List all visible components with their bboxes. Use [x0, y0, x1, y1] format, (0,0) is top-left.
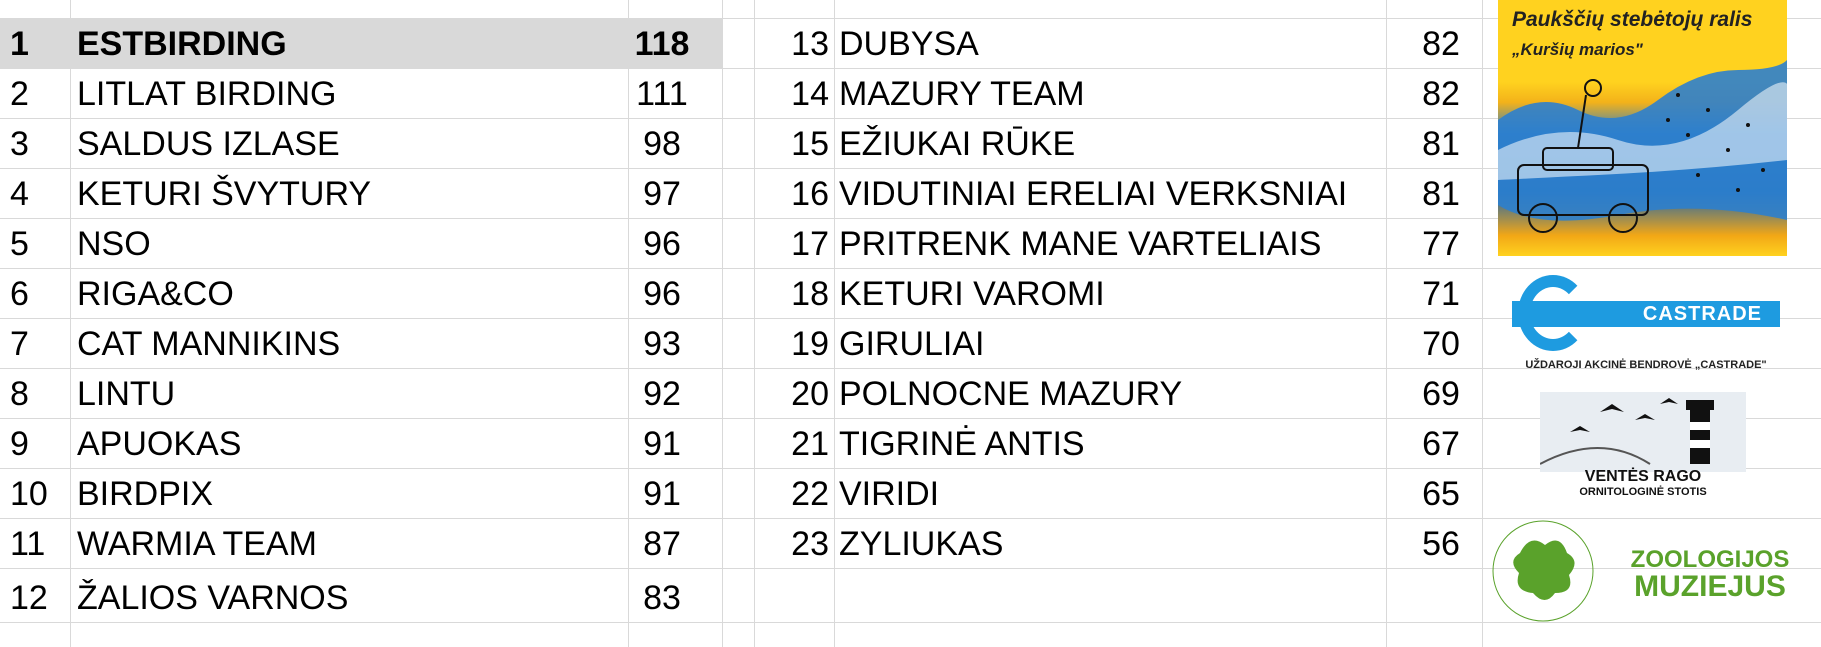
- rank-cell: 18: [791, 275, 829, 313]
- rank-cell: 4: [10, 175, 29, 213]
- ventes-logo: VENTĖS RAGO ORNITOLOGINĖ STOTIS: [1539, 392, 1746, 502]
- lighthouse-birds-icon: [1539, 392, 1746, 472]
- rank-cell: 22: [791, 475, 829, 513]
- team-name-cell: RIGA&CO: [77, 275, 234, 313]
- rank-cell: 14: [791, 75, 829, 113]
- rank-cell: 1: [10, 25, 29, 63]
- team-name-cell: ESTBIRDING: [77, 25, 287, 63]
- zoo-seal-icon: [1492, 520, 1594, 622]
- rank-cell: 5: [10, 225, 29, 263]
- team-name-cell: CAT MANNIKINS: [77, 325, 341, 363]
- team-name-cell: KETURI ŠVYTURY: [77, 175, 372, 213]
- team-name-cell: VIRIDI: [839, 475, 940, 513]
- rank-cell: 17: [791, 225, 829, 263]
- score-cell: 97: [643, 175, 681, 213]
- rank-cell: 7: [10, 325, 29, 363]
- score-cell: 69: [1422, 375, 1460, 413]
- team-name-cell: ZYLIUKAS: [839, 525, 1004, 563]
- score-cell: 111: [636, 75, 688, 113]
- rank-cell: 6: [10, 275, 29, 313]
- rank-cell: 13: [791, 25, 829, 63]
- team-name-cell: TIGRINĖ ANTIS: [839, 425, 1085, 463]
- team-name-cell: LINTU: [77, 375, 176, 413]
- team-name-cell: EŽIUKAI RŪKE: [839, 125, 1076, 163]
- ventes-name: VENTĖS RAGO: [1584, 468, 1702, 485]
- score-cell: 87: [643, 525, 681, 563]
- team-name-cell: SALDUS IZLASE: [77, 125, 340, 163]
- rally-poster: Paukščių stebėtojų ralis „Kuršių marios": [1498, 0, 1787, 256]
- score-cell: 67: [1422, 425, 1460, 463]
- score-cell: 77: [1422, 225, 1460, 263]
- team-name-cell: MAZURY TEAM: [839, 75, 1085, 113]
- team-name-cell: DUBYSA: [839, 25, 979, 63]
- score-cell: 82: [1422, 75, 1460, 113]
- score-cell: 93: [643, 325, 681, 363]
- zoo-seal-logo: [1490, 518, 1596, 624]
- team-name-cell: KETURI VAROMI: [839, 275, 1105, 313]
- score-cell: 96: [643, 225, 681, 263]
- score-cell: 92: [643, 375, 681, 413]
- team-name-cell: POLNOCNE MAZURY: [839, 375, 1183, 413]
- rank-cell: 9: [10, 425, 29, 463]
- rank-cell: 15: [791, 125, 829, 163]
- score-cell: 91: [643, 425, 681, 463]
- rally-poster-art: [1498, 60, 1787, 233]
- score-cell: 96: [643, 275, 681, 313]
- rank-cell: 3: [10, 125, 29, 163]
- score-cell: 81: [1422, 175, 1460, 213]
- team-name-cell: GIRULIAI: [839, 325, 985, 363]
- rank-cell: 11: [10, 525, 46, 563]
- score-cell: 71: [1422, 275, 1460, 313]
- poster-subtitle: „Kuršių marios": [1512, 40, 1643, 59]
- rank-cell: 20: [791, 375, 829, 413]
- rank-cell: 12: [10, 579, 48, 617]
- castrade-name: CASTRADE: [1512, 301, 1780, 327]
- zoo-wordmark-line1: ZOOLOGIJOS: [1630, 546, 1790, 573]
- rank-cell: 19: [791, 325, 829, 363]
- score-cell: 65: [1422, 475, 1460, 513]
- team-name-cell: NSO: [77, 225, 151, 263]
- rank-cell: 2: [10, 75, 29, 113]
- team-name-cell: LITLAT BIRDING: [77, 75, 337, 113]
- score-cell: 81: [1422, 125, 1460, 163]
- rank-cell: 23: [791, 525, 829, 563]
- castrade-caption: UŽDAROJI AKCINĖ BENDROVĖ „CASTRADE": [1525, 359, 1767, 371]
- team-name-cell: ŽALIOS VARNOS: [77, 579, 349, 617]
- team-name-cell: APUOKAS: [77, 425, 242, 463]
- team-name-cell: WARMIA TEAM: [77, 525, 317, 563]
- team-name-cell: PRITRENK MANE VARTELIAIS: [839, 225, 1322, 263]
- poster-title: Paukščių stebėtojų ralis: [1512, 8, 1753, 31]
- rank-cell: 8: [10, 375, 29, 413]
- rank-cell: 16: [791, 175, 829, 213]
- zoo-museum-wordmark: ZOOLOGIJOS MUZIEJUS: [1630, 548, 1790, 602]
- score-cell: 83: [643, 579, 681, 617]
- score-cell: 56: [1422, 525, 1460, 563]
- score-cell: 82: [1422, 25, 1460, 63]
- score-cell: 98: [643, 125, 681, 163]
- rank-cell: 21: [791, 425, 829, 463]
- score-cell: 70: [1422, 325, 1460, 363]
- score-cell: 118: [634, 25, 690, 63]
- team-name-cell: VIDUTINIAI ERELIAI VERKSNIAI: [839, 175, 1348, 213]
- team-name-cell: BIRDPIX: [77, 475, 214, 513]
- score-cell: 91: [643, 475, 681, 513]
- ventes-caption: ORNITOLOGINĖ STOTIS: [1579, 486, 1707, 498]
- castrade-logo: CASTRADE UŽDAROJI AKCINĖ BENDROVĖ „CASTR…: [1512, 275, 1780, 375]
- zoo-wordmark-line2: MUZIEJUS: [1634, 570, 1786, 603]
- rank-cell: 10: [10, 475, 48, 513]
